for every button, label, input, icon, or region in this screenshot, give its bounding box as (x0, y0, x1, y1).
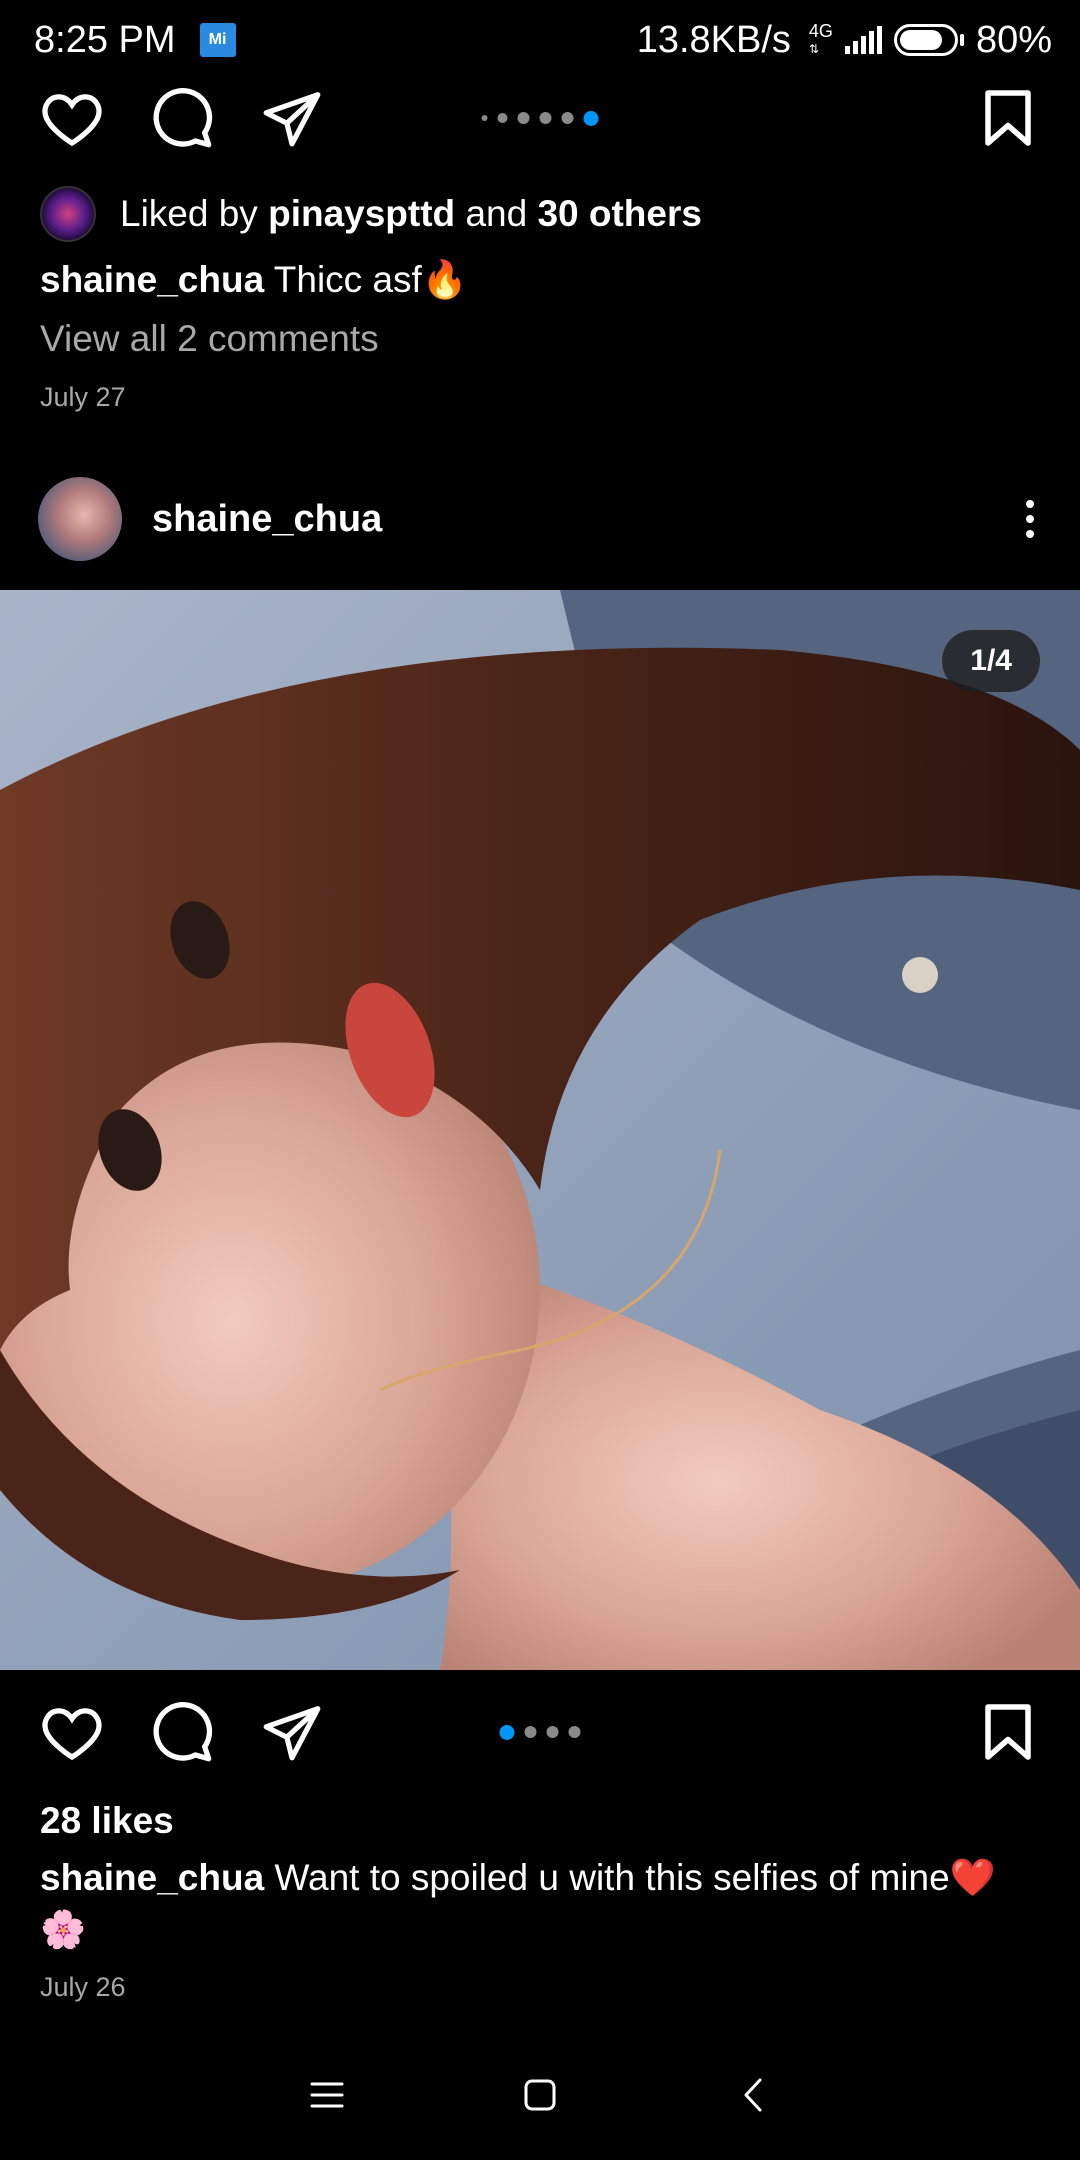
app-notification-icon: Mi (199, 23, 236, 57)
heart-icon[interactable] (38, 84, 106, 152)
carousel-indicator (481, 110, 599, 126)
carousel-dot (497, 113, 508, 123)
carousel-dot (524, 1726, 537, 1738)
liked-others[interactable]: 30 others (537, 193, 702, 234)
previous-post-date: July 27 (40, 382, 126, 412)
carousel-dot (568, 1726, 581, 1738)
square-home-icon[interactable] (510, 2065, 570, 2125)
bookmark-icon[interactable] (974, 1698, 1042, 1766)
battery-icon (893, 24, 964, 56)
post-caption: shaine_chua Want to spoiled u with this … (40, 1852, 1040, 1956)
carousel-dot (546, 1726, 559, 1738)
liker-username[interactable]: pinayspttd (268, 193, 455, 234)
post-image[interactable]: 1/4 (0, 590, 1080, 1670)
signal-icon (844, 26, 882, 54)
carousel-dot (517, 112, 530, 124)
previous-caption: shaine_chua Thicc asf🔥 (40, 256, 1040, 304)
liked-by-text: Liked by pinayspttd and 30 others (120, 193, 702, 234)
post-date: July 26 (40, 1972, 126, 2002)
battery-percent: 80% (975, 18, 1052, 61)
carousel-dot (481, 115, 488, 121)
carousel-dot (539, 112, 552, 124)
comment-icon[interactable] (148, 84, 216, 152)
caption-text: Thicc asf🔥 (273, 259, 468, 300)
post-header: shaine_chua (0, 476, 1080, 562)
paper-plane-icon[interactable] (258, 84, 326, 152)
liker-avatar[interactable] (40, 186, 96, 242)
caption-username[interactable]: shaine_chua (40, 1857, 264, 1898)
liked-by-row[interactable]: Liked by pinayspttd and 30 others (40, 186, 702, 242)
menu-icon[interactable] (297, 2065, 357, 2125)
comment-icon[interactable] (148, 1698, 216, 1766)
more-vertical-icon[interactable] (1018, 492, 1042, 546)
paper-plane-icon[interactable] (258, 1698, 326, 1766)
back-chevron-icon[interactable] (723, 2065, 783, 2125)
heart-icon[interactable] (38, 1698, 106, 1766)
caption-username[interactable]: shaine_chua (40, 259, 264, 300)
carousel-dot (583, 110, 599, 126)
system-nav-bar (0, 2040, 1080, 2150)
avatar[interactable] (38, 477, 122, 561)
carousel-indicator (499, 1724, 581, 1740)
post-actions (0, 1692, 1080, 1772)
previous-post-actions (0, 78, 1080, 158)
selfie-photo (0, 590, 1080, 1670)
status-time: 8:25 PM (34, 18, 176, 61)
view-comments-link[interactable]: View all 2 comments (40, 318, 379, 360)
image-counter: 1/4 (942, 630, 1040, 692)
carousel-dot (561, 112, 574, 124)
status-bar: 8:25 PM Mi 13.8KB/s 4G ⇅ 80% (0, 0, 1080, 80)
post-username[interactable]: shaine_chua (152, 498, 382, 541)
network-speed: 13.8KB/s (636, 18, 791, 61)
likes-count[interactable]: 28 likes (40, 1800, 174, 1842)
network-type: 4G ⇅ (808, 21, 833, 56)
carousel-dot (499, 1724, 515, 1740)
bookmark-icon[interactable] (974, 84, 1042, 152)
